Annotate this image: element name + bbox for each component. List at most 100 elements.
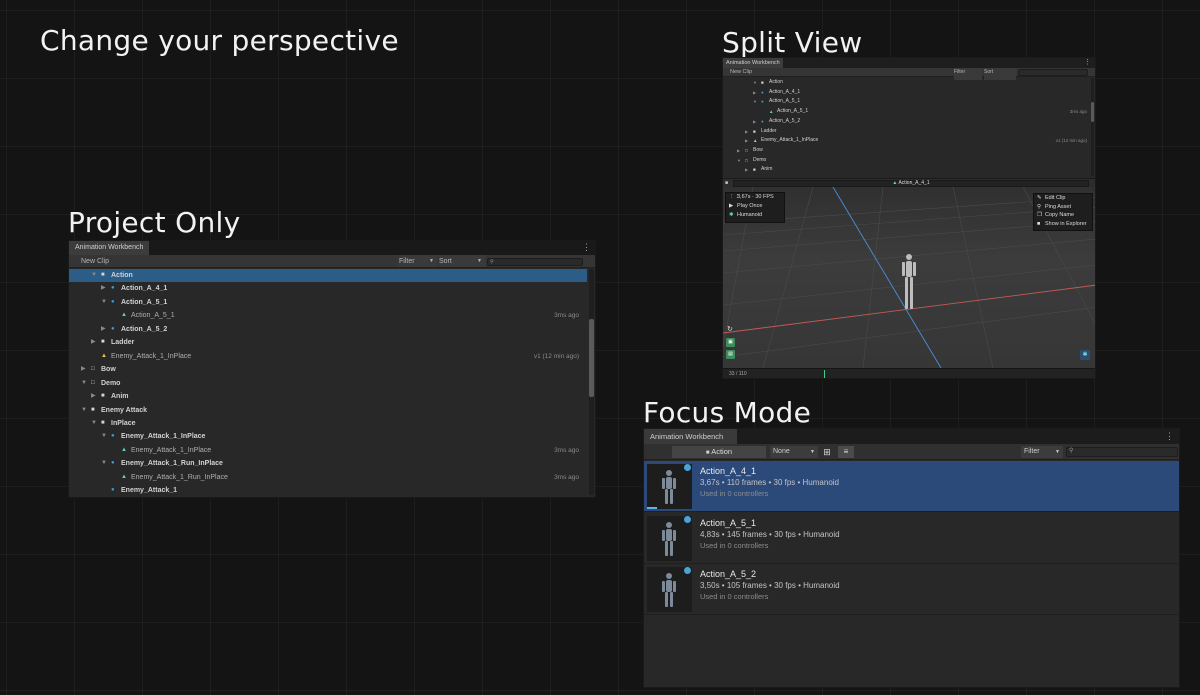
project-toolbar: New Clip Filter ▼ Sort ▼ ⚲ bbox=[69, 255, 595, 268]
chevron-right-icon[interactable]: ▶ bbox=[745, 165, 748, 174]
tree-row[interactable]: ▶ ■ Anim bbox=[723, 165, 1091, 174]
chevron-right-icon[interactable]: ▶ bbox=[91, 390, 96, 403]
chevron-right-icon[interactable]: ▶ bbox=[753, 117, 756, 126]
tree-row[interactable]: ▶ □ Bow bbox=[723, 146, 1091, 155]
chevron-down-icon[interactable]: ▼ bbox=[81, 404, 87, 417]
tree-row[interactable]: ▶ ■ Ladder bbox=[69, 336, 587, 349]
chevron-right-icon[interactable]: ▶ bbox=[745, 127, 748, 136]
kebab-menu-icon[interactable]: ⋮ bbox=[1165, 429, 1174, 444]
tree-row[interactable]: ▼ ● Enemy_Attack_1_InPlace bbox=[69, 430, 587, 443]
tree-row[interactable]: ▶ ● Action_A_5_2 bbox=[723, 117, 1091, 126]
clip-card[interactable]: Action_A_4_1 3,67s • 110 frames • 30 fps … bbox=[644, 461, 1179, 512]
window-tab[interactable]: Animation Workbench bbox=[723, 58, 783, 68]
split-scrollbar[interactable] bbox=[1091, 78, 1094, 176]
project-scrollbar[interactable] bbox=[589, 269, 594, 495]
tree-row[interactable]: ▼ ● Action_A_5_1 bbox=[723, 97, 1091, 106]
filter-dropdown[interactable]: Filter ▼ bbox=[1021, 446, 1063, 458]
chevron-down-icon[interactable]: ▼ bbox=[753, 97, 757, 106]
grid-view-icon[interactable]: ⊞ bbox=[821, 446, 833, 458]
sort-dropdown[interactable]: Sort ▼ bbox=[439, 255, 485, 267]
folder-icon: □ bbox=[91, 379, 95, 386]
chevron-down-icon[interactable]: ▼ bbox=[91, 417, 97, 430]
tree-row[interactable]: ▶ □ Bow bbox=[69, 363, 587, 376]
chevron-down-icon[interactable]: ▼ bbox=[91, 269, 97, 282]
clip-usage: Used in 0 controllers bbox=[700, 592, 769, 601]
tree-row[interactable]: ▼ □ Demo bbox=[723, 156, 1091, 165]
folder-icon: ■ bbox=[101, 419, 105, 426]
tree-row[interactable]: ▶ ● Action_A_4_1 bbox=[69, 282, 587, 295]
tree-row[interactable]: ▼ ● Enemy_Attack_1_Run_InPlace bbox=[69, 457, 587, 470]
folder-breadcrumb[interactable]: ■ Action bbox=[672, 446, 766, 458]
tree-row-label: Action_A_4_1 bbox=[121, 285, 168, 293]
search-input[interactable]: ⚲ bbox=[1066, 447, 1178, 457]
menu-edit-clip[interactable]: ✎ Edit Clip bbox=[1034, 194, 1092, 203]
clip-card[interactable]: Action_A_5_1 4,83s • 145 frames • 30 fps … bbox=[644, 513, 1179, 564]
tree-row[interactable]: ▲ Action_A_5_1 3ms ago bbox=[69, 309, 587, 322]
humanoid-toggle-button[interactable]: ✱ bbox=[1080, 350, 1090, 360]
clip-group-icon: ● bbox=[111, 460, 115, 467]
kebab-menu-icon[interactable]: ⋮ bbox=[1084, 58, 1091, 68]
scroll-thumb[interactable] bbox=[589, 319, 594, 397]
clip-card[interactable]: Action_A_5_2 3,50s • 105 frames • 30 fps … bbox=[644, 564, 1179, 615]
chevron-right-icon[interactable]: ▶ bbox=[91, 336, 96, 349]
folder-icon: ■ bbox=[1037, 220, 1041, 227]
folder-icon: ■ bbox=[101, 393, 105, 400]
reset-icon[interactable]: ↻ bbox=[727, 325, 733, 333]
folder-icon: ■ bbox=[705, 450, 710, 456]
timeline-playhead[interactable] bbox=[824, 370, 825, 378]
chevron-down-icon[interactable]: ▼ bbox=[101, 430, 107, 443]
tree-row[interactable]: ▲ Enemy_Attack_1_InPlace v1 (12 min ago) bbox=[69, 350, 587, 363]
new-clip-button[interactable]: New Clip bbox=[81, 255, 109, 267]
preview-viewport[interactable]: ⋮⋮ 3,67s · 30 FPS ▶ Play Once ✱ Humanoid ✎ E… bbox=[723, 187, 1095, 368]
tree-row[interactable]: ▶ ■ Anim bbox=[69, 390, 587, 403]
chevron-down-icon[interactable]: ▼ bbox=[737, 156, 741, 165]
chevron-right-icon[interactable]: ▶ bbox=[745, 136, 748, 145]
folder-icon: ■ bbox=[101, 339, 105, 346]
search-input[interactable]: ⚲ bbox=[487, 258, 583, 266]
tree-row[interactable]: ▲ Enemy_Attack_1_InPlace 3ms ago bbox=[69, 444, 587, 457]
tree-row[interactable]: ▲ Action_A_5_1 3ms ago bbox=[723, 107, 1091, 116]
chevron-down-icon[interactable]: ▼ bbox=[101, 296, 107, 309]
kebab-menu-icon[interactable]: ⋮ bbox=[582, 241, 591, 254]
tree-row[interactable]: ▼ ■ Action bbox=[723, 78, 1091, 87]
play-once-toggle[interactable]: ▶ Play Once bbox=[726, 202, 784, 211]
chevron-right-icon[interactable]: ▶ bbox=[81, 363, 86, 376]
tree-row[interactable]: ▶ ● Action_A_5_2 bbox=[69, 323, 587, 336]
filter-dropdown[interactable]: Filter ▼ bbox=[399, 255, 437, 267]
tree-row[interactable]: ▼ ■ InPlace bbox=[69, 417, 587, 430]
window-tab[interactable]: Animation Workbench bbox=[644, 429, 737, 444]
window-tab[interactable]: Animation Workbench bbox=[69, 241, 150, 255]
tree-row[interactable]: ▲ Enemy_Attack_1_Run_InPlace 3ms ago bbox=[69, 471, 587, 484]
menu-ping-asset[interactable]: ⚲ Ping Asset bbox=[1034, 203, 1092, 212]
tree-row[interactable]: ▼ □ Demo bbox=[69, 377, 587, 390]
chevron-right-icon[interactable]: ▶ bbox=[753, 88, 756, 97]
folder-icon: ■ bbox=[753, 167, 756, 173]
list-view-icon[interactable]: ≡ bbox=[838, 446, 854, 458]
tree-row[interactable]: ▼ ■ Enemy Attack bbox=[69, 404, 587, 417]
chevron-down-icon[interactable]: ▼ bbox=[753, 78, 757, 87]
menu-copy-name[interactable]: ❐ Copy Name bbox=[1034, 211, 1092, 220]
tree-row[interactable]: ▶ ▲ Enemy_Attack_1_InPlace v1 (12 min ago) bbox=[723, 136, 1091, 145]
split-view-window: Animation Workbench ⋮ New Clip Filter So… bbox=[722, 57, 1096, 379]
menu-show-explorer[interactable]: ■ Show in Explorer bbox=[1034, 220, 1092, 229]
tree-row[interactable]: ● Enemy_Attack_1 bbox=[69, 484, 587, 497]
tree-row[interactable]: ▶ ● Action_A_4_1 bbox=[723, 88, 1091, 97]
timeline-bar[interactable]: 33 / 110 bbox=[723, 368, 1095, 378]
tree-row[interactable]: ▼ ● Action_A_5_1 bbox=[69, 296, 587, 309]
none-dropdown[interactable]: None ▼ bbox=[770, 446, 818, 458]
grid-button[interactable]: ▤ bbox=[726, 350, 735, 359]
chevron-right-icon[interactable]: ▶ bbox=[101, 323, 106, 336]
chevron-right-icon[interactable]: ▶ bbox=[101, 282, 106, 295]
preview-clip-field[interactable]: ▲ Action_A_4_1 bbox=[733, 180, 1089, 187]
clip-info: 3,67s • 110 frames • 30 fps • Humanoid bbox=[700, 478, 839, 487]
tree-row[interactable]: ▶ ■ Ladder bbox=[723, 127, 1091, 136]
tree-row[interactable]: ▼ ■ Action bbox=[69, 269, 587, 282]
search-input[interactable] bbox=[1018, 69, 1088, 76]
folder-icon: ■ bbox=[101, 272, 105, 278]
scroll-thumb[interactable] bbox=[1091, 102, 1094, 122]
chevron-down-icon[interactable]: ▼ bbox=[81, 377, 87, 390]
camera-button[interactable]: ▣ bbox=[726, 338, 735, 347]
chevron-down-icon[interactable]: ▼ bbox=[101, 457, 107, 470]
project-only-window: Animation Workbench ⋮ New Clip Filter ▼ S… bbox=[68, 240, 596, 498]
chevron-right-icon[interactable]: ▶ bbox=[737, 146, 740, 155]
